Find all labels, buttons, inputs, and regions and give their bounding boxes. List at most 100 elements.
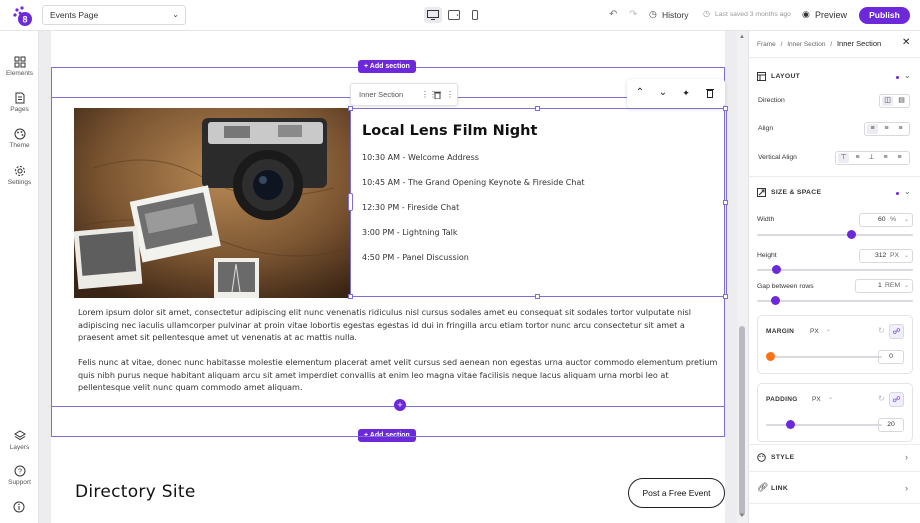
link-values-icon[interactable]: ☍ [889, 392, 904, 407]
align-center-icon[interactable]: ≡ [881, 124, 892, 134]
padding-card: PADDING PX ⌄ ↻ ☍ 20 [757, 383, 913, 442]
trash-icon[interactable] [434, 91, 441, 99]
valign-stretch-icon[interactable]: ≡ [894, 153, 905, 163]
resize-handle[interactable] [723, 106, 728, 111]
gap-value: 1 [878, 282, 882, 289]
valign-bottom-icon[interactable]: ⊥ [866, 153, 877, 163]
app-logo[interactable]: 8 [11, 5, 33, 27]
breadcrumb-item[interactable]: Frame [757, 41, 776, 48]
tablet-icon [448, 10, 460, 20]
scroll-up-icon[interactable]: ▲ [739, 34, 745, 40]
properties-panel: Frame / Inner Section / Inner Section ✕ … [748, 31, 920, 523]
align-right-icon[interactable]: ≡ [895, 124, 906, 134]
padding-input[interactable]: 20 [878, 418, 904, 432]
resize-handle[interactable] [723, 200, 728, 205]
rail-label: Settings [7, 179, 32, 186]
event-image[interactable] [74, 108, 350, 298]
resize-handle[interactable] [535, 294, 540, 299]
rail-item-elements[interactable]: Elements [0, 56, 39, 77]
reset-icon[interactable]: ↻ [878, 326, 885, 335]
valign-center-icon[interactable]: ≡ [852, 153, 863, 163]
rail-item-support[interactable]: ? Support [0, 465, 39, 486]
direction-row-icon[interactable]: ◫ [882, 96, 893, 106]
publish-button[interactable]: Publish [859, 7, 910, 24]
info-icon[interactable] [13, 501, 25, 513]
layout-heading[interactable]: LAYOUT [771, 73, 800, 80]
editor-canvas[interactable]: + Add section Inner Section ⋮⋮ ⋮ ⌃ ⌄ ✦ L… [39, 31, 748, 523]
link-heading[interactable]: LINK [771, 485, 788, 492]
chevron-down-icon[interactable]: ⌄ [826, 326, 831, 333]
post-event-button[interactable]: Post a Free Event [628, 478, 725, 508]
size-space-heading[interactable]: SIZE & SPACE [771, 189, 821, 196]
vertical-align-toggle[interactable]: ⊤ ≡ ⊥ ≡ ≡ [835, 151, 910, 165]
rail-item-pages[interactable]: Pages [0, 92, 39, 113]
history-button[interactable]: History [662, 10, 688, 20]
mobile-view-button[interactable] [466, 7, 484, 23]
divider [749, 471, 920, 472]
delete-icon[interactable] [706, 88, 714, 98]
more-options-icon[interactable]: ⋮ [446, 84, 454, 105]
resize-handle[interactable] [535, 106, 540, 111]
align-toggle[interactable]: ≡ ≡ ≡ [864, 122, 910, 136]
gap-unit[interactable]: REM [885, 280, 900, 292]
chevron-right-icon[interactable]: › [905, 483, 908, 493]
height-slider-knob[interactable] [772, 265, 781, 274]
width-unit[interactable]: % [890, 214, 896, 226]
chevron-right-icon[interactable]: › [905, 452, 908, 462]
move-up-icon[interactable]: ⌃ [632, 85, 648, 101]
undo-icon[interactable]: ↶ [609, 9, 617, 20]
link-values-icon[interactable]: ☍ [889, 324, 904, 339]
inner-section-toolbar[interactable]: Inner Section ⋮⋮ ⋮ [350, 83, 458, 106]
margin-slider-knob[interactable] [766, 352, 775, 361]
margin-slider[interactable] [775, 356, 882, 358]
redo-icon[interactable]: ↷ [629, 9, 637, 20]
resize-handle[interactable] [348, 294, 353, 299]
resize-handle[interactable] [723, 294, 728, 299]
page-select[interactable]: Events Page ⌄ [42, 5, 186, 25]
height-input[interactable]: 312 PX ⌄ [859, 249, 913, 263]
top-bar: 8 Events Page ⌄ ↶ ↷ ◷ History ◷ Last sav… [0, 0, 920, 31]
magic-wand-icon[interactable]: ✦ [678, 85, 694, 101]
padding-slider[interactable] [766, 424, 882, 426]
style-palette-icon [757, 453, 766, 462]
column-resize-bar[interactable] [348, 193, 353, 211]
margin-heading: MARGIN [766, 328, 795, 335]
breadcrumb-item[interactable]: Inner Section [787, 41, 825, 48]
margin-unit[interactable]: PX [810, 328, 819, 335]
style-heading[interactable]: STYLE [771, 454, 794, 461]
preview-button[interactable]: Preview [815, 10, 847, 20]
scroll-down-icon[interactable]: ▼ [739, 513, 745, 519]
chevron-down-icon: ⌄ [172, 10, 179, 19]
desktop-view-button[interactable] [424, 7, 442, 23]
gap-slider-knob[interactable] [771, 296, 780, 305]
valign-between-icon[interactable]: ≡ [880, 153, 891, 163]
direction-toggle[interactable]: ◫ ▤ [879, 94, 910, 108]
align-left-icon[interactable]: ≡ [867, 124, 878, 134]
width-input[interactable]: 60 % ⌄ [859, 213, 913, 227]
padding-unit[interactable]: PX [812, 396, 821, 403]
event-title: Local Lens Film Night [362, 123, 538, 139]
reset-icon[interactable]: ↻ [878, 394, 885, 403]
rail-item-settings[interactable]: Settings [0, 165, 39, 186]
tablet-view-button[interactable] [445, 7, 463, 23]
add-section-button-top[interactable]: + Add section [358, 60, 416, 73]
margin-input[interactable]: 0 [878, 350, 904, 364]
move-down-icon[interactable]: ⌄ [655, 85, 671, 101]
resize-handle[interactable] [348, 106, 353, 111]
padding-slider-knob[interactable] [786, 420, 795, 429]
chevron-down-icon[interactable]: ⌄ [828, 394, 833, 401]
height-unit[interactable]: PX [890, 250, 899, 262]
gap-slider[interactable] [757, 300, 913, 302]
close-icon[interactable]: ✕ [902, 37, 910, 48]
rail-item-theme[interactable]: Theme [0, 128, 39, 149]
valign-top-icon[interactable]: ⊤ [838, 153, 849, 163]
width-slider-knob[interactable] [846, 230, 856, 239]
chevron-down-icon[interactable]: ⌄ [904, 187, 911, 196]
chevron-down-icon[interactable]: ⌄ [904, 71, 911, 80]
width-slider[interactable] [757, 234, 913, 236]
add-element-button[interactable]: + [394, 399, 406, 411]
direction-column-icon[interactable]: ▤ [896, 96, 907, 106]
canvas-scrollbar-thumb[interactable] [739, 326, 745, 516]
gap-input[interactable]: 1 REM ⌄ [855, 279, 913, 293]
rail-item-layers[interactable]: Layers [0, 430, 39, 451]
